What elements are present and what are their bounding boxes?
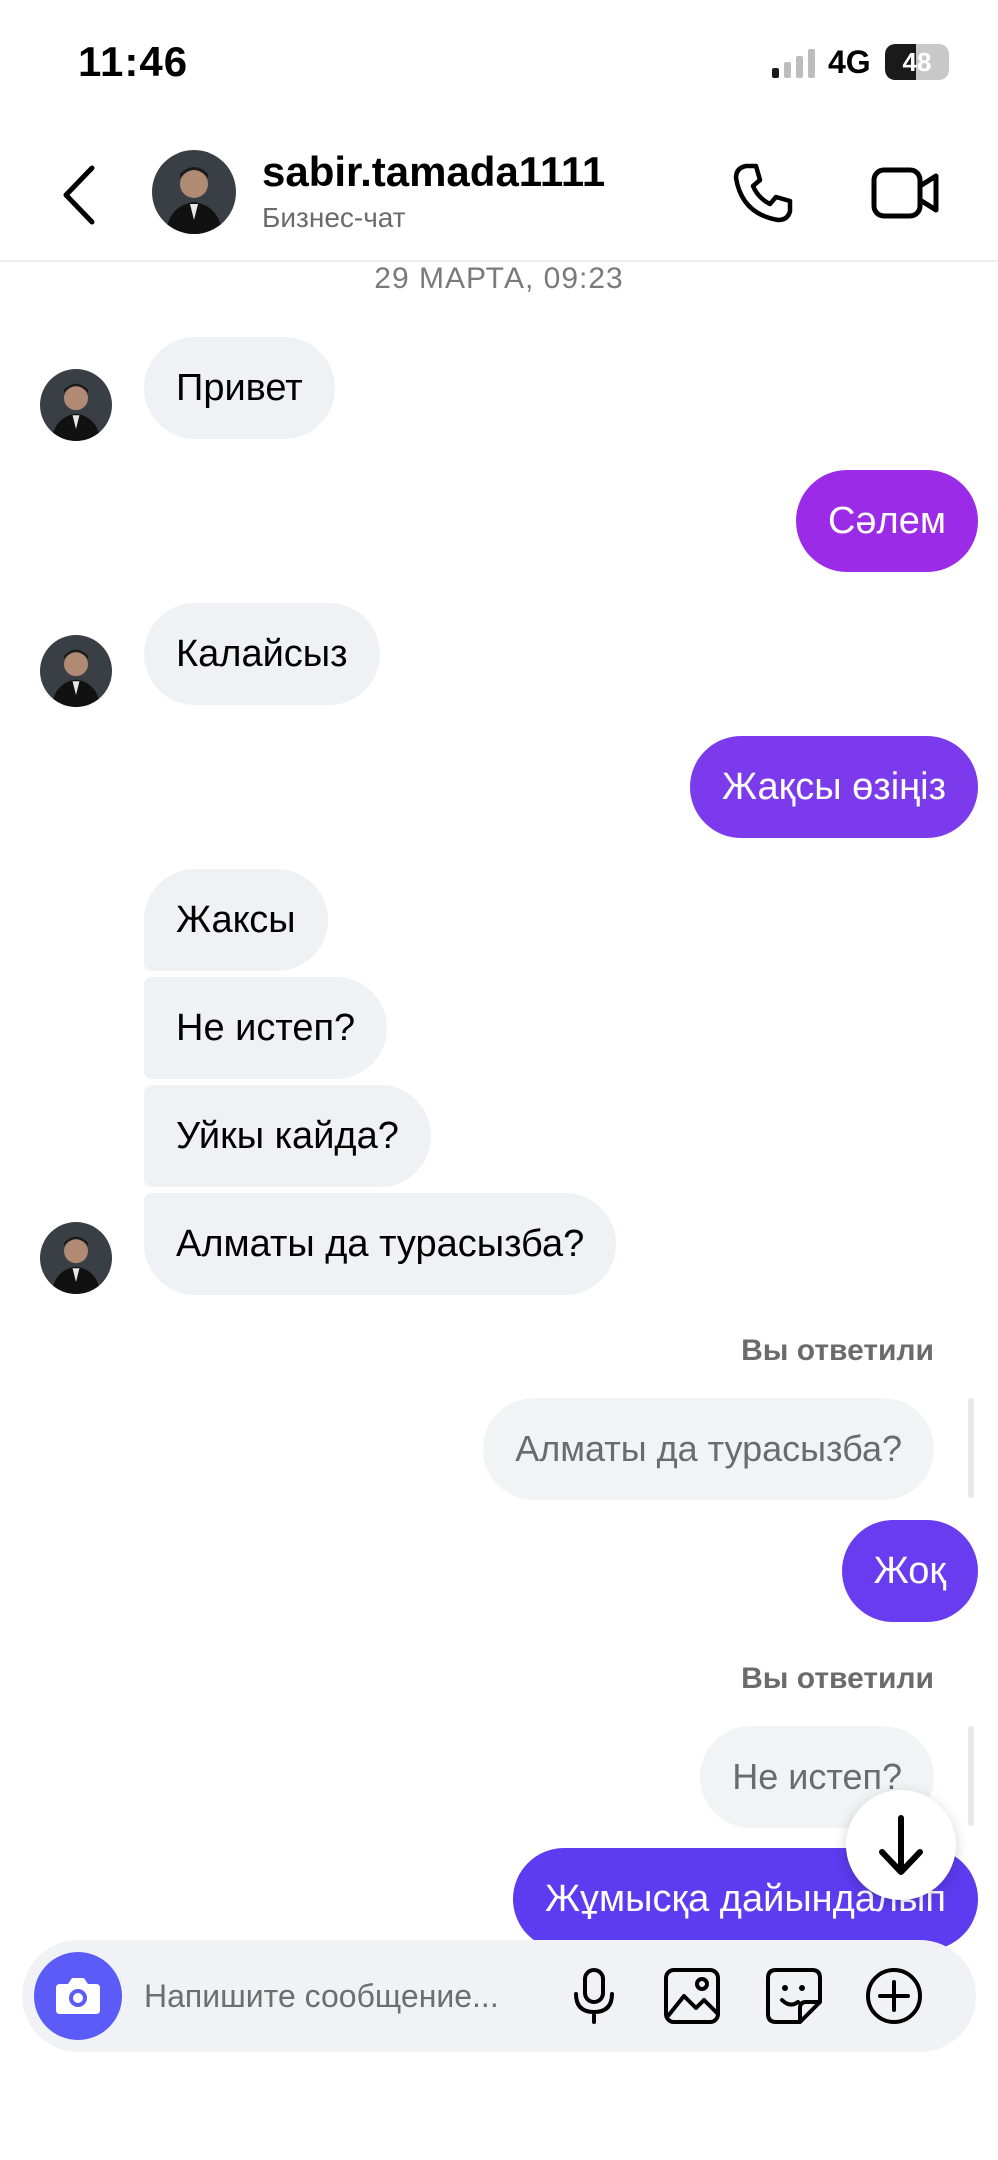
message-incoming[interactable]: Калайсыз [144, 603, 380, 705]
camera-button[interactable] [34, 1952, 122, 2040]
battery-percent: 48 [902, 47, 932, 77]
reply-bar [968, 1726, 974, 1826]
phone-icon[interactable] [728, 158, 798, 228]
message-composer [22, 1940, 976, 2052]
network-label: 4G [828, 44, 871, 80]
back-arrow-icon[interactable] [56, 160, 106, 230]
date-divider: 29 МАРТА, 09:23 [374, 262, 624, 295]
sender-avatar[interactable] [40, 369, 112, 441]
message-outgoing[interactable]: Сәлем [795, 470, 978, 572]
reply-bar [968, 1398, 974, 1498]
message-input[interactable] [144, 1940, 564, 2052]
signal-icon [772, 49, 815, 78]
message-outgoing[interactable]: Жоқ [841, 1520, 978, 1622]
message-incoming[interactable]: Привет [144, 337, 335, 439]
sticker-icon[interactable] [764, 1966, 824, 2026]
message-outgoing[interactable]: Жақсы өзіңіз [690, 736, 978, 838]
sender-avatar[interactable] [40, 1222, 112, 1294]
reply-quote[interactable]: Алматы да турасызба? [483, 1398, 934, 1500]
status-bar: 11:46 4G 48 [0, 0, 998, 130]
chat-header: sabir.tamada1111 Бизнес-чат [0, 130, 998, 262]
message-incoming[interactable]: Уйкы кайда? [144, 1085, 431, 1187]
image-icon[interactable] [662, 1966, 722, 2026]
contact-avatar[interactable] [152, 150, 236, 234]
sender-avatar[interactable] [40, 635, 112, 707]
message-incoming[interactable]: Алматы да турасызба? [144, 1193, 617, 1295]
camera-icon [56, 1978, 100, 2014]
scroll-to-bottom-button[interactable] [846, 1790, 956, 1900]
battery-icon: 48 [885, 44, 949, 80]
arrow-down-icon [879, 1815, 923, 1875]
reply-label: Вы ответили [741, 1334, 934, 1367]
contact-username[interactable]: sabir.tamada1111 [262, 148, 605, 196]
contact-subtitle: Бизнес-чат [262, 202, 406, 233]
status-time: 11:46 [78, 38, 189, 85]
message-incoming[interactable]: Жакcы [144, 869, 328, 971]
plus-circle-icon[interactable] [864, 1966, 924, 2026]
video-camera-icon[interactable] [870, 160, 942, 226]
microphone-icon[interactable] [564, 1966, 624, 2026]
reply-label: Вы ответили [741, 1662, 934, 1695]
message-incoming[interactable]: Не истеп? [144, 977, 388, 1079]
